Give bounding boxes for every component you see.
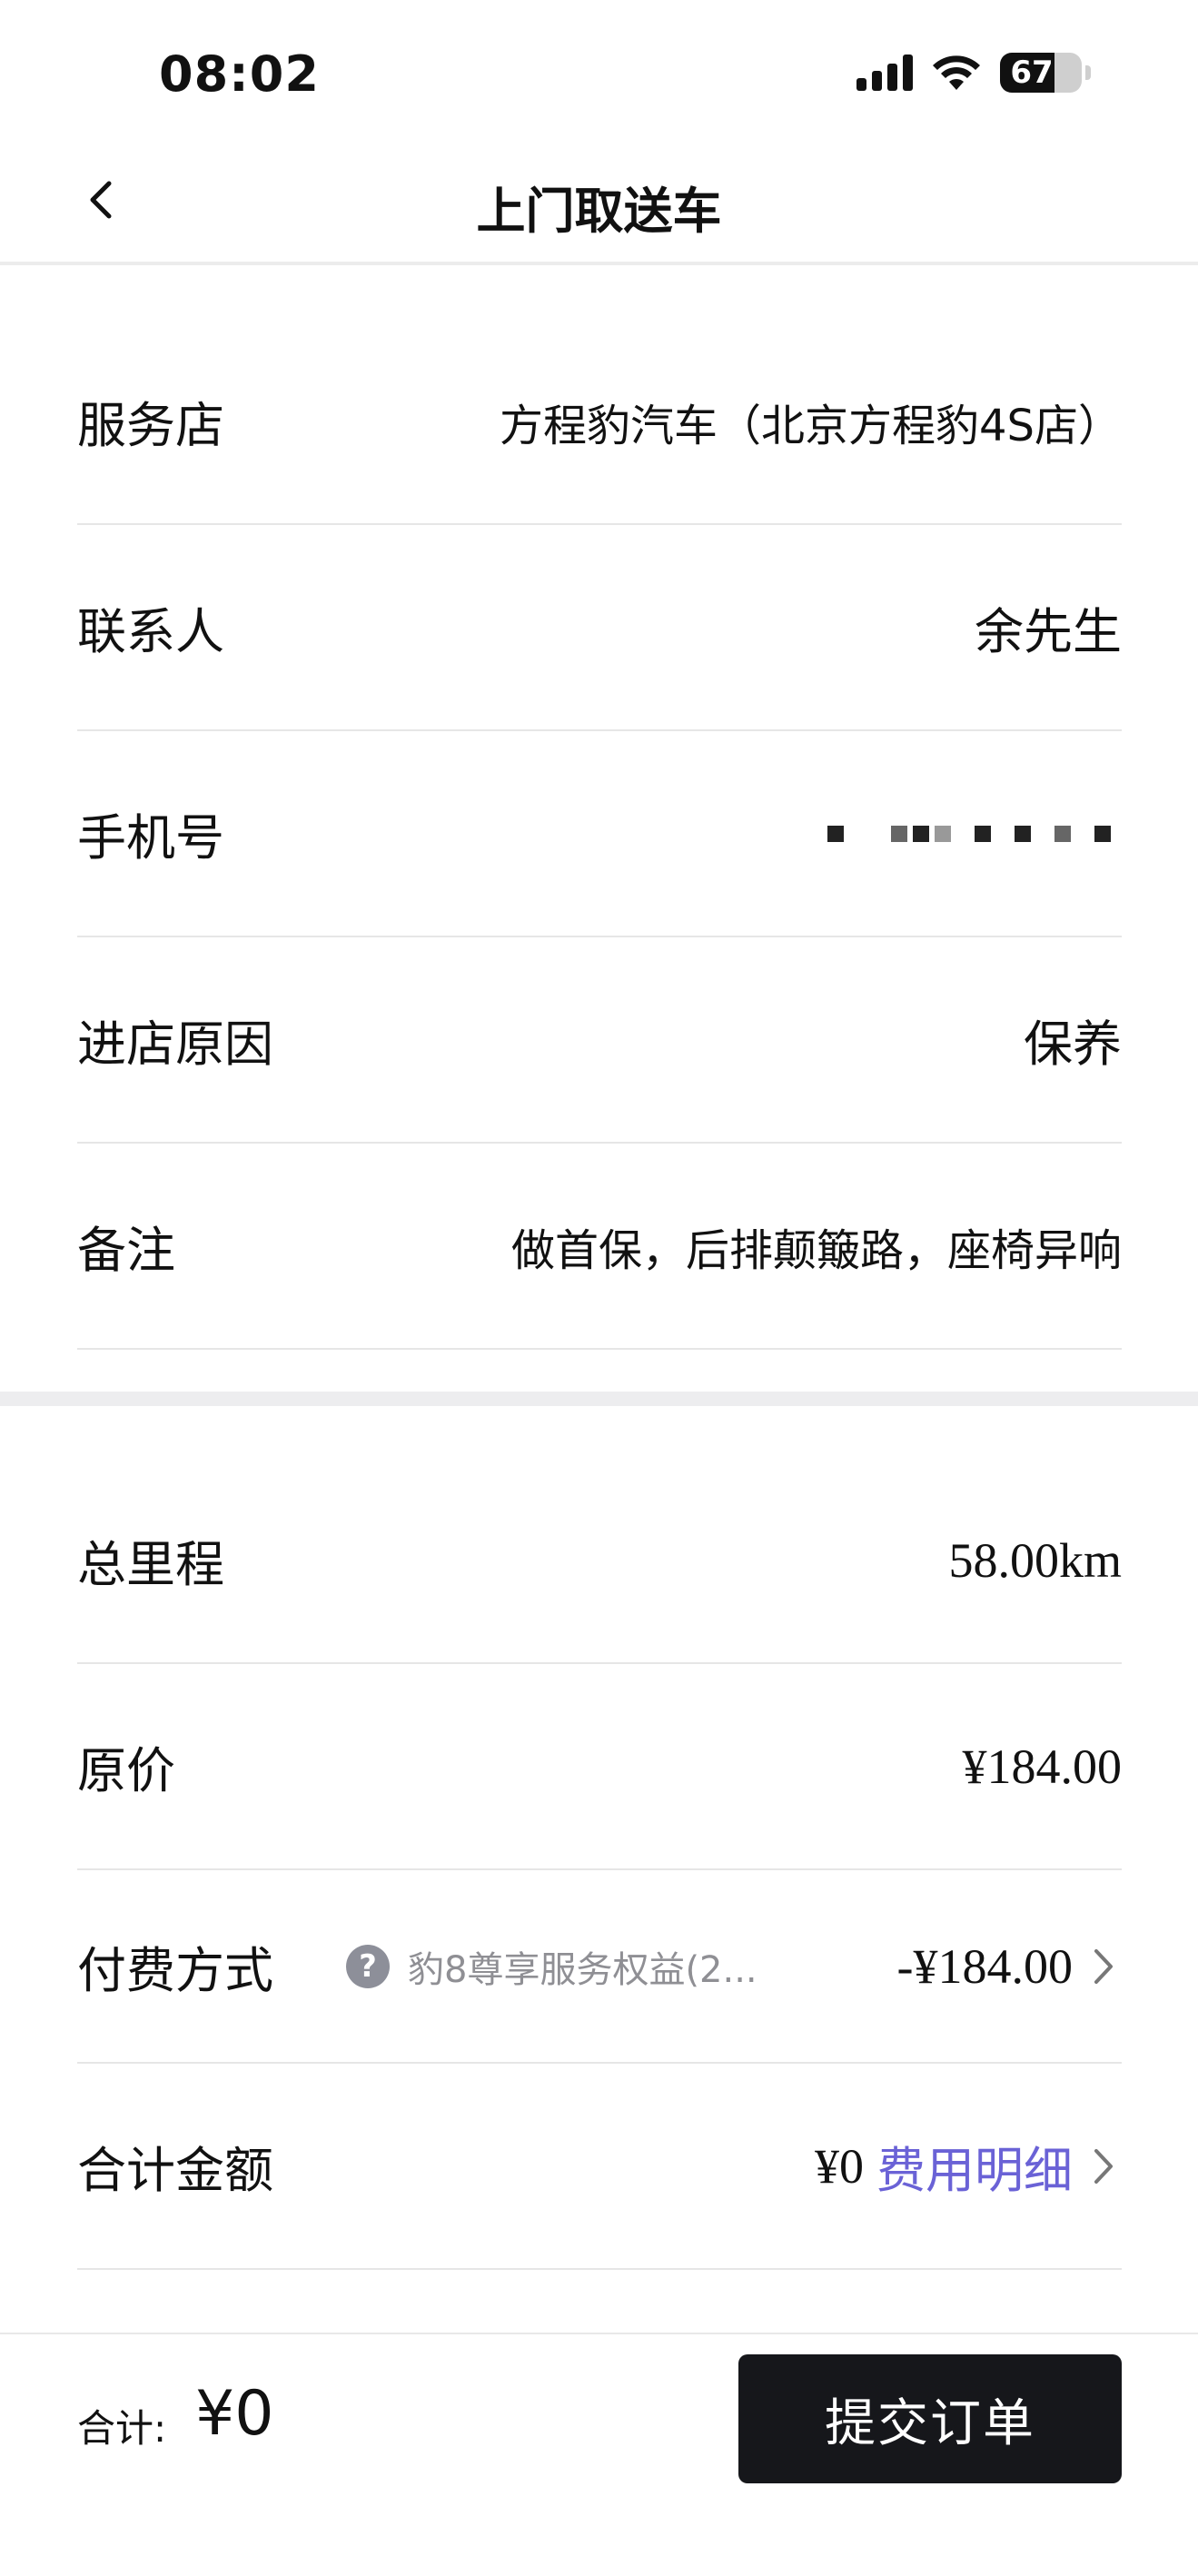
submit-order-button[interactable]: 提交订单 <box>738 2354 1122 2483</box>
status-bar: 08:02 67 <box>0 0 1198 136</box>
phone-masked-value <box>827 825 1111 842</box>
page-title: 上门取送车 <box>476 183 722 240</box>
row-phone: 手机号 <box>77 731 1122 937</box>
status-time: 08:02 <box>159 45 320 103</box>
footer-total-label: 合计: <box>77 2406 167 2451</box>
battery-icon: 67 <box>1000 53 1082 93</box>
nav-bar: 上门取送车 <box>0 136 1198 263</box>
payment-value: -¥184.00 <box>896 1938 1073 1994</box>
row-note: 备注 做首保，后排颠簸路，座椅异响 <box>77 1144 1122 1350</box>
pricing-section: 总里程 58.00km 原价 ¥184.00 付费方式 ? 豹8尊享服务权益(2… <box>77 1458 1122 2270</box>
fee-detail-group[interactable]: ¥0 费用明细 <box>815 2130 1122 2202</box>
battery-cap <box>1085 65 1091 80</box>
note-label: 备注 <box>77 1222 175 1279</box>
payment-desc: 豹8尊享服务权益(2... <box>408 1948 757 1991</box>
total-amount-label: 合计金额 <box>77 2142 273 2199</box>
payment-value-group[interactable]: -¥184.00 <box>897 1938 1122 1995</box>
status-icons: 67 <box>856 51 1091 94</box>
row-original-price: 原价 ¥184.00 <box>77 1664 1122 1870</box>
mileage-label: 总里程 <box>77 1536 224 1593</box>
original-price-value: ¥184.00 <box>962 1739 1123 1794</box>
signal-icon <box>856 54 913 91</box>
question-icon[interactable]: ? <box>346 1944 390 1988</box>
reason-value: 保养 <box>1024 1016 1122 1073</box>
mileage-value: 58.00km <box>948 1532 1122 1588</box>
total-amount-value: ¥0 <box>815 2138 864 2194</box>
contact-label: 联系人 <box>77 603 224 660</box>
row-total-amount: 合计金额 ¥0 费用明细 <box>77 2064 1122 2270</box>
contact-value: 余先生 <box>975 603 1122 660</box>
row-store: 服务店 方程豹汽车（北京方程豹4S店） <box>77 319 1122 525</box>
row-payment-method[interactable]: 付费方式 ? 豹8尊享服务权益(2... -¥184.00 <box>77 1870 1122 2064</box>
nav-divider <box>0 262 1198 265</box>
row-reason: 进店原因 保养 <box>77 937 1122 1144</box>
store-value: 方程豹汽车（北京方程豹4S店） <box>499 400 1122 451</box>
reason-label: 进店原因 <box>77 1016 273 1073</box>
chevron-right-icon <box>1094 2148 1113 2184</box>
info-section: 服务店 方程豹汽车（北京方程豹4S店） 联系人 余先生 手机号 进店原因 保养 … <box>77 319 1122 1350</box>
payment-info: ? 豹8尊享服务权益(2... <box>346 1940 897 1993</box>
note-value: 做首保，后排颠簸路，座椅异响 <box>510 1224 1122 1276</box>
section-divider <box>0 1392 1198 1406</box>
fee-detail-link[interactable]: 费用明细 <box>876 2130 1073 2202</box>
battery-percent: 67 <box>1010 54 1054 91</box>
phone-label: 手机号 <box>77 809 224 867</box>
payment-label: 付费方式 <box>77 1942 273 1999</box>
row-mileage: 总里程 58.00km <box>77 1458 1122 1664</box>
bottom-bar: 合计: ¥0 提交订单 <box>0 2333 1198 2576</box>
store-label: 服务店 <box>77 397 224 454</box>
wifi-icon <box>933 55 980 90</box>
row-contact: 联系人 余先生 <box>77 525 1122 731</box>
original-price-label: 原价 <box>77 1742 175 1799</box>
chevron-right-icon <box>1094 1948 1113 1984</box>
footer-total-value: ¥0 <box>195 2378 274 2450</box>
